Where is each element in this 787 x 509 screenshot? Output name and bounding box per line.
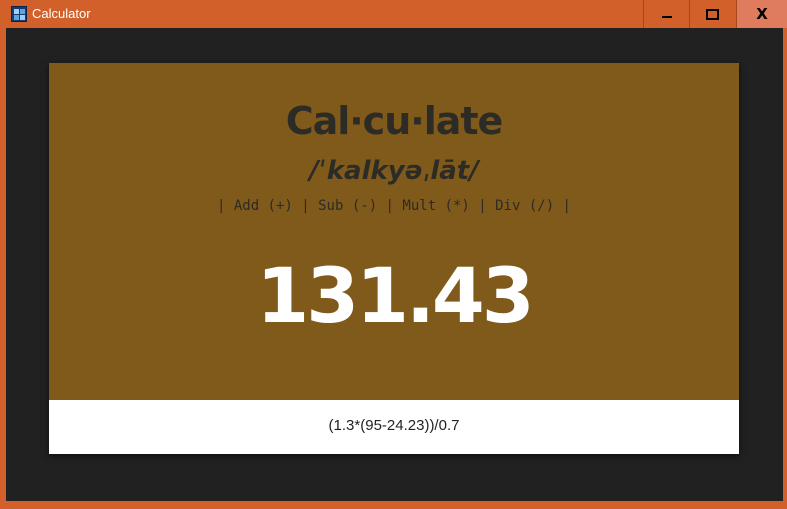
expression-input[interactable]: (1.3*(95-24.23))/0.7 — [49, 417, 739, 434]
window-title: Calculator — [32, 6, 91, 21]
window-client-area: Cal·cu·late /ˈkalkyəˌlāt/ | Add (+) | Su… — [6, 28, 783, 501]
title-bar: Calculator X — [0, 0, 787, 28]
calculator-icon — [11, 6, 27, 22]
close-icon: X — [756, 5, 768, 23]
maximize-icon — [706, 8, 719, 20]
maximize-button[interactable] — [689, 0, 735, 28]
display-panel: Cal·cu·late /ˈkalkyəˌlāt/ | Add (+) | Su… — [49, 63, 739, 400]
pronunciation: /ˈkalkyəˌlāt/ — [309, 156, 479, 186]
result-display: 131.43 — [256, 251, 534, 340]
minimize-button[interactable] — [643, 0, 689, 28]
minimize-icon — [661, 16, 672, 18]
close-button[interactable]: X — [736, 0, 787, 28]
expression-panel[interactable]: (1.3*(95-24.23))/0.7 — [49, 400, 739, 454]
operations-legend: | Add (+) | Sub (-) | Mult (*) | Div (/)… — [216, 198, 571, 214]
calculator-card: Cal·cu·late /ˈkalkyəˌlāt/ | Add (+) | Su… — [49, 63, 739, 454]
dictionary-word: Cal·cu·late — [285, 99, 504, 143]
